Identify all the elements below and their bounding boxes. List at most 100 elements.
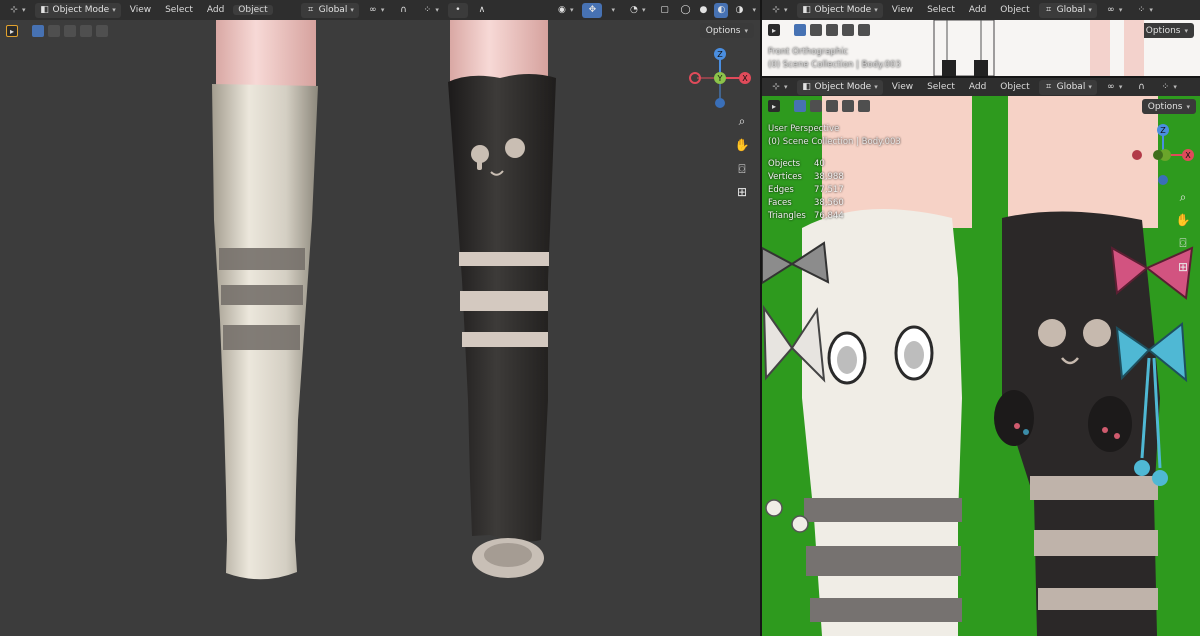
menu-add[interactable]: Add — [964, 82, 991, 92]
menu-select[interactable]: Select — [922, 82, 960, 92]
left-viewport[interactable]: ⊹ ▾ ◧ Object Mode ▾ View Select Add Object … — [0, 0, 760, 636]
eye-icon: ◉ — [558, 5, 566, 15]
transform-orientation-dropdown[interactable]: ⌗ Global ▾ — [300, 2, 359, 18]
menu-view[interactable]: View — [887, 5, 918, 15]
gizmo-y-negative[interactable] — [1153, 150, 1163, 160]
mode-dropdown[interactable]: ◧ Object Mode ▾ — [796, 2, 883, 18]
shading-dropdown[interactable]: ▾ — [750, 3, 760, 18]
magnet-icon: ∩ — [1138, 82, 1145, 92]
shading-material[interactable]: ◐ — [714, 2, 729, 18]
select-mode-subtract[interactable] — [826, 100, 838, 112]
cube-icon: ◧ — [40, 5, 49, 15]
grid-icon: ⁘ — [423, 5, 432, 15]
gizmo-toggle[interactable]: ✥ — [582, 2, 603, 18]
material-shading-icon: ◐ — [717, 5, 726, 15]
bottom-right-axis-gizmo[interactable]: Z X — [1128, 120, 1198, 190]
orientation-icon: ⌗ — [1046, 82, 1052, 92]
shading-solid[interactable]: ● — [696, 3, 710, 18]
menu-view[interactable]: View — [887, 82, 918, 92]
shading-rendered[interactable]: ◑ — [732, 3, 746, 18]
viewport-editor-icon: ⊹ — [10, 5, 18, 15]
rendered-shading-icon: ◑ — [735, 5, 744, 15]
transform-orientation-dropdown[interactable]: ⌗ Global ▾ — [1038, 79, 1097, 95]
gizmo-dropdown[interactable]: ▾ — [606, 3, 620, 18]
mode-dropdown[interactable]: ◧ Object Mode ▾ — [34, 2, 121, 18]
transform-orientation-dropdown[interactable]: ⌗ Global ▾ — [1038, 2, 1097, 18]
visibility-button[interactable]: ◉ ▾ — [552, 3, 579, 18]
editor-type-button[interactable]: ⊹ ▾ — [4, 3, 31, 18]
menu-add[interactable]: Add — [964, 5, 991, 15]
bottom-right-options-button[interactable]: Options ▾ — [1141, 99, 1196, 114]
menu-add[interactable]: Add — [202, 5, 229, 15]
scene-statistics: Objects 40 Vertices 38,988 Edges 77,517 Fac… — [768, 158, 874, 223]
mode-dropdown[interactable]: ◧ Object Mode ▾ — [796, 79, 883, 95]
shading-wireframe[interactable]: ◯ — [678, 3, 692, 18]
black-sock-stripe — [459, 252, 549, 266]
snap-toggle[interactable]: ∩ — [393, 3, 413, 18]
black-sock-toe-inner — [484, 543, 532, 567]
gizmo-x-negative[interactable] — [1132, 150, 1142, 160]
editor-type-button[interactable]: ⊹ ▾ — [766, 80, 793, 95]
camera-icon[interactable]: ⌼ — [1174, 234, 1192, 252]
bottom-right-viewport[interactable]: ⊹ ▾ ◧ Object Mode ▾ View Select Add Object … — [762, 78, 1200, 636]
orientation-icon: ⌗ — [1046, 5, 1052, 15]
orientation-icon: ⌗ — [308, 5, 314, 15]
grid-toggle-icon[interactable]: ⊞ — [733, 183, 751, 201]
left-viewport-scene — [212, 20, 556, 580]
pivot-button[interactable]: ∞ ▾ — [363, 3, 390, 18]
pivot-button[interactable]: ∞ ▾ — [1101, 3, 1128, 18]
menu-object[interactable]: Object — [233, 5, 273, 15]
zoom-icon[interactable]: ⌕ — [733, 112, 751, 130]
black-sock-stripe — [462, 332, 548, 347]
menu-select[interactable]: Select — [922, 5, 960, 15]
stat-label: Triangles — [768, 211, 806, 221]
select-mode-extend[interactable] — [810, 100, 822, 112]
select-mode-intersect[interactable] — [858, 100, 870, 112]
grid-toggle-icon[interactable]: ⊞ — [1174, 258, 1192, 276]
blender-window: ⊹ ▾ ◧ Object Mode ▾ View Select Add Object … — [0, 0, 1200, 636]
tool-select-box[interactable]: ▸ — [768, 100, 780, 112]
select-mode-new[interactable] — [794, 100, 806, 112]
top-right-collection-line: (0) Scene Collection | Body.003 — [768, 60, 901, 70]
zoom-icon[interactable]: ⌕ — [1174, 188, 1192, 206]
gizmo-z-negative[interactable] — [1158, 175, 1168, 185]
snap-target-button[interactable]: ⁘ ▾ — [1131, 3, 1158, 18]
gizmo-z-negative[interactable] — [715, 98, 725, 108]
falloff-button[interactable]: ∧ — [472, 3, 492, 18]
svg-text:X: X — [742, 74, 748, 83]
hand-icon[interactable]: ✋ — [1174, 211, 1192, 229]
stat-value: 76,844 — [814, 211, 844, 221]
top-right-view-name: Front Orthographic — [768, 47, 849, 57]
editor-type-button[interactable]: ⊹ ▾ — [766, 3, 793, 18]
hand-icon[interactable]: ✋ — [733, 136, 751, 154]
menu-view[interactable]: View — [125, 5, 156, 15]
menu-select[interactable]: Select — [160, 5, 198, 15]
camera-icon[interactable]: ⌼ — [733, 160, 751, 178]
stat-label: Vertices — [768, 172, 802, 182]
menu-object[interactable]: Object — [995, 82, 1034, 92]
chain-icon: ∞ — [369, 5, 377, 15]
stat-label: Edges — [768, 185, 794, 195]
menu-object[interactable]: Object — [995, 5, 1034, 15]
chain-icon: ∞ — [1107, 82, 1115, 92]
snap-target-button[interactable]: ⁘ ▾ — [1155, 80, 1182, 95]
snap-target-button[interactable]: ⁘ ▾ — [417, 3, 444, 18]
xray-toggle[interactable]: ▢ — [654, 3, 674, 18]
select-mode-invert[interactable] — [842, 100, 854, 112]
viewport-editor-icon: ⊹ — [772, 5, 780, 15]
overlay-toggle[interactable]: ◔ ▾ — [624, 3, 651, 18]
left-axis-gizmo[interactable]: Z X Y — [685, 44, 755, 114]
cursor-icon: ▸ — [771, 101, 776, 111]
overlay-icon: ◔ — [630, 5, 638, 15]
pivot-button[interactable]: ∞ ▾ — [1101, 80, 1128, 95]
stat-value: 38,560 — [814, 198, 844, 208]
bottom-right-view-name: User Perspective — [768, 124, 840, 134]
snap-toggle[interactable]: ∩ — [1131, 80, 1151, 95]
svg-text:Z: Z — [1160, 126, 1166, 135]
cube-icon: ◧ — [802, 5, 811, 15]
grey-bow — [762, 241, 830, 285]
proportional-edit-toggle[interactable]: • — [447, 2, 468, 18]
top-right-viewport[interactable]: ⊹ ▾ ◧ Object Mode ▾ View Select Add Object … — [762, 0, 1200, 76]
bottom-right-viewport-header: ⊹ ▾ ◧ Object Mode ▾ View Select Add Object … — [762, 78, 1200, 96]
magnet-icon: ∩ — [400, 5, 407, 15]
